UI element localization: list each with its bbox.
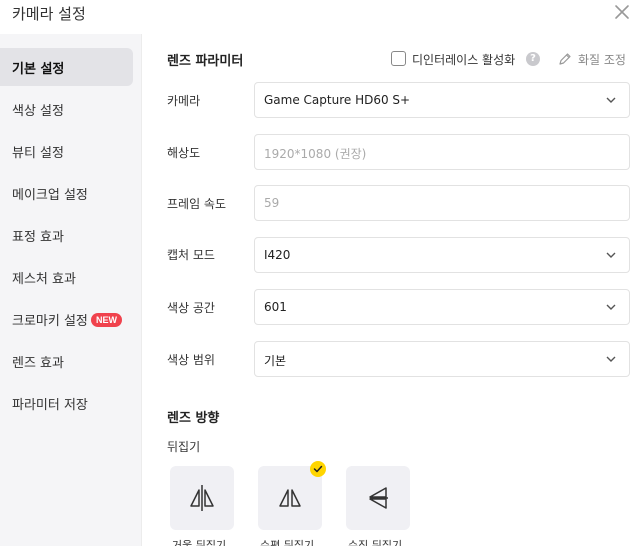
color-space-select[interactable]: 601 xyxy=(254,289,630,325)
horizontal-flip-label: 수평 뒤집기 xyxy=(260,539,315,546)
lens-direction-title: 렌즈 방향 xyxy=(167,411,220,426)
sidebar-item-label: 크로마키 설정 xyxy=(12,314,88,329)
sidebar-item-label: 표정 효과 xyxy=(12,230,64,245)
capture-mode-select[interactable]: I420 xyxy=(254,237,630,273)
camera-label: 카메라 xyxy=(167,94,201,108)
mirror-flip-label: 거울 뒤집기 xyxy=(172,539,227,546)
chevron-down-icon xyxy=(606,356,616,362)
frame-rate-field: 59 xyxy=(254,185,630,221)
frame-rate-label: 프레임 속도 xyxy=(167,197,227,211)
chevron-down-icon xyxy=(606,97,616,103)
sidebar-item-expression[interactable]: 표정 효과 xyxy=(0,216,133,254)
capture-mode-label: 캡처 모드 xyxy=(167,248,215,262)
mirror-flip-icon xyxy=(190,485,214,511)
sidebar-divider xyxy=(141,34,142,546)
mirror-flip-button[interactable] xyxy=(170,466,234,530)
sidebar-item-label: 제스처 효과 xyxy=(12,272,76,287)
sidebar-item-chromakey[interactable]: 크로마키 설정 NEW xyxy=(0,300,133,338)
close-icon[interactable] xyxy=(612,2,632,22)
sidebar-item-color[interactable]: 색상 설정 xyxy=(0,90,133,128)
vertical-flip-icon xyxy=(369,487,388,509)
camera-value: Game Capture HD60 S+ xyxy=(264,93,411,107)
sidebar-item-label: 메이크업 설정 xyxy=(12,188,88,203)
deinterlace-label: 디인터레이스 활성화 xyxy=(412,53,516,67)
capture-mode-value: I420 xyxy=(264,248,291,262)
help-icon[interactable]: ? xyxy=(526,52,540,66)
quality-adjust-label: 화질 조정 xyxy=(578,53,626,67)
sidebar-item-label: 기본 설정 xyxy=(12,62,65,77)
new-badge: NEW xyxy=(91,313,122,327)
sidebar-item-beauty[interactable]: 뷰티 설정 xyxy=(0,132,133,170)
horizontal-flip-icon xyxy=(279,489,301,507)
window-title: 카메라 설정 xyxy=(12,5,86,23)
resolution-value: 1920*1080 (권장) xyxy=(264,147,367,161)
edit-icon xyxy=(559,53,571,65)
resolution-field: 1920*1080 (권장) xyxy=(254,134,630,170)
color-space-value: 601 xyxy=(264,300,287,314)
sidebar-item-label: 뷰티 설정 xyxy=(12,146,64,161)
sidebar-item-makeup[interactable]: 메이크업 설정 xyxy=(0,174,133,212)
deinterlace-checkbox[interactable] xyxy=(391,51,406,66)
sidebar-item-label: 색상 설정 xyxy=(12,104,64,119)
camera-select[interactable]: Game Capture HD60 S+ xyxy=(254,82,630,118)
sidebar-item-gesture[interactable]: 제스처 효과 xyxy=(0,258,133,296)
lens-params-title: 렌즈 파라미터 xyxy=(167,54,244,69)
resolution-label: 해상도 xyxy=(167,146,201,160)
chevron-down-icon xyxy=(606,252,616,258)
title-bar: 카메라 설정 xyxy=(0,0,637,34)
sidebar-item-basic[interactable]: 기본 설정 xyxy=(0,48,133,86)
chevron-down-icon xyxy=(606,304,616,310)
color-range-select[interactable]: 기본 xyxy=(254,341,630,377)
flip-label: 뒤집기 xyxy=(167,440,201,454)
sidebar-item-label: 렌즈 효과 xyxy=(12,356,64,371)
selected-check-icon xyxy=(310,461,326,477)
vertical-flip-button[interactable] xyxy=(346,466,410,530)
sidebar-item-label: 파라미터 저장 xyxy=(12,398,88,413)
frame-rate-value: 59 xyxy=(264,196,280,210)
color-space-label: 색상 공간 xyxy=(167,301,215,315)
color-range-label: 색상 범위 xyxy=(167,353,215,367)
sidebar-item-save-params[interactable]: 파라미터 저장 xyxy=(0,384,133,422)
color-range-value: 기본 xyxy=(264,354,287,368)
sidebar: 기본 설정 색상 설정 뷰티 설정 메이크업 설정 표정 효과 제스처 효과 크… xyxy=(0,34,141,546)
sidebar-item-lens-effect[interactable]: 렌즈 효과 xyxy=(0,342,133,380)
vertical-flip-label: 수직 뒤집기 xyxy=(348,539,403,546)
